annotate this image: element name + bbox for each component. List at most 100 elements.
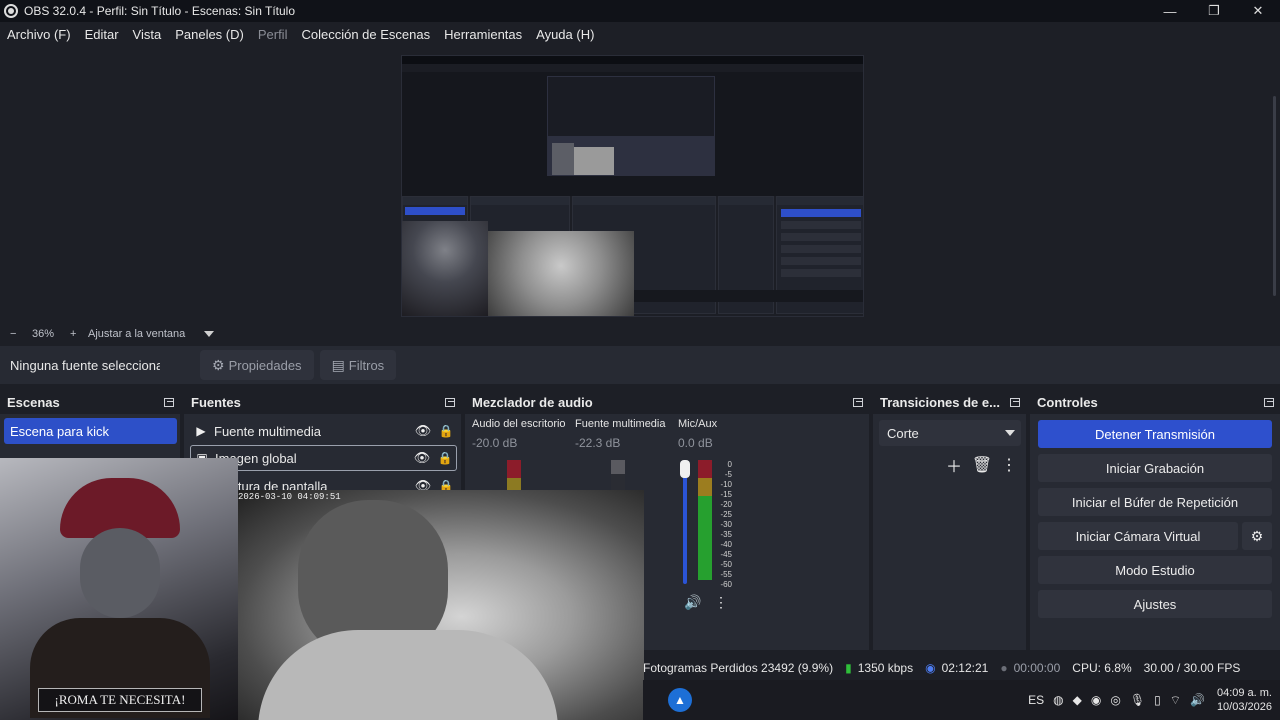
volume-slider-track[interactable]	[683, 464, 687, 584]
stream-icon: ◉	[925, 661, 936, 675]
start-replay-buffer-button[interactable]: Iniciar el Búfer de Repetición	[1038, 488, 1272, 516]
channel-name: Audio del escritorio	[472, 418, 565, 430]
nvidia-icon[interactable]: ◆	[1073, 693, 1082, 707]
channel-db: -22.3 dB	[575, 436, 621, 450]
mixer-channel: Mic/Aux 0.0 dB	[678, 418, 778, 450]
zoom-out-button[interactable]: −	[10, 328, 32, 340]
lock-icon[interactable]: 🔒	[435, 424, 457, 438]
obs-logo-icon	[4, 4, 18, 18]
preview-image	[401, 55, 864, 317]
menu-archivo[interactable]: Archivo (F)	[7, 27, 71, 42]
zoom-dropdown-icon[interactable]	[204, 331, 214, 337]
stream-time: ◉ 02:12:21	[925, 661, 989, 675]
properties-button[interactable]: ⚙ Propiedades	[200, 350, 314, 380]
volume-slider-handle[interactable]	[680, 460, 690, 478]
source-label: Imagen global	[215, 450, 297, 466]
poster-banner: ¡ROMA TE NECESITA!	[38, 688, 202, 712]
menu-perfil[interactable]: Perfil	[258, 27, 288, 42]
chevron-down-icon	[1005, 430, 1015, 436]
menu-herramientas[interactable]: Herramientas	[444, 27, 522, 42]
battery-icon[interactable]: ▯	[1154, 693, 1161, 707]
volume-icon[interactable]: 🔊	[1190, 693, 1205, 707]
source-label: Fuente multimedia	[214, 423, 321, 439]
properties-label: Propiedades	[228, 357, 302, 373]
lock-icon[interactable]: 🔒	[434, 451, 456, 465]
transition-selected-label: Corte	[887, 425, 919, 441]
zoom-fit-label[interactable]: Ajustar a la ventana	[88, 328, 204, 340]
channel-name: Fuente multimedia	[575, 418, 666, 430]
window-controls: — ❐ ✕	[1148, 0, 1280, 22]
visibility-icon[interactable]: 👁	[410, 450, 434, 466]
roman-poster-overlay: ¡ROMA TE NECESITA!	[0, 458, 238, 720]
clock-date: 10/03/2026	[1216, 701, 1272, 713]
bitrate: ▮ 1350 kbps	[845, 661, 914, 675]
taskbar: ▲ ES ◍ ◆ ◉ ◎ 🎙 ▯ ⌔ 🔊 04:09 a. m. 10/03/2…	[643, 680, 1280, 720]
start-recording-button[interactable]: Iniciar Grabación	[1038, 454, 1272, 482]
channel-db: 0.0 dB	[678, 436, 713, 450]
record-icon: ●	[1000, 661, 1008, 675]
float-dock-icon[interactable]	[853, 397, 863, 407]
studio-mode-button[interactable]: Modo Estudio	[1038, 556, 1272, 584]
recording-icon[interactable]: ◉	[1091, 693, 1101, 707]
settings-button[interactable]: Ajustes	[1038, 590, 1272, 618]
filters-button[interactable]: ▤ Filtros	[319, 350, 397, 380]
restore-icon[interactable]: ❐	[1192, 0, 1236, 22]
gear-icon: ⚙	[212, 356, 225, 373]
source-context-bar: Ninguna fuente seleccionada ⚙ Propiedade…	[0, 346, 1280, 384]
visibility-icon[interactable]: 👁	[411, 423, 435, 439]
menu-paneles[interactable]: Paneles (D)	[175, 27, 244, 42]
scenes-title: Escenas	[7, 394, 60, 410]
speaker-icon[interactable]: 🔊	[684, 594, 701, 611]
menu-ayuda[interactable]: Ayuda (H)	[536, 27, 594, 42]
network-icon[interactable]: ◍	[1053, 693, 1063, 707]
wifi-icon[interactable]: ⌔	[1170, 693, 1181, 708]
mixer-channel: Fuente multimedia -22.3 dB	[575, 418, 675, 450]
source-item[interactable]: ▶ Fuente multimedia 👁 🔒	[190, 418, 457, 444]
stop-stream-button[interactable]: Detener Transmisión	[1038, 420, 1272, 448]
start-virtual-camera-button[interactable]: Iniciar Cámara Virtual	[1038, 522, 1238, 550]
title-bar: OBS 32.0.4 - Perfil: Sin Título - Escena…	[0, 0, 1280, 22]
menu-coleccion[interactable]: Colección de Escenas	[301, 27, 430, 42]
clock[interactable]: 04:09 a. m. 10/03/2026	[1217, 686, 1272, 714]
webcam-overlay	[238, 490, 644, 720]
play-icon: ▶	[196, 424, 206, 438]
more-options-icon[interactable]: ⋮	[714, 594, 728, 611]
controls-dock: Controles Detener Transmisión Iniciar Gr…	[1030, 390, 1280, 650]
globe-icon[interactable]: ◎	[1110, 693, 1120, 707]
more-options-icon[interactable]: ⋮	[998, 454, 1020, 476]
status-bar: Fotogramas Perdidos 23492 (9.9%) ▮ 1350 k…	[643, 657, 1280, 679]
mixer-title: Mezclador de audio	[472, 394, 593, 410]
helmet	[80, 528, 160, 618]
add-transition-button[interactable]: ＋	[943, 454, 965, 476]
gear-icon[interactable]: ⚙	[1242, 522, 1272, 550]
microphone-icon[interactable]: 🎙	[1130, 693, 1145, 707]
zoom-in-button[interactable]: +	[70, 328, 88, 340]
float-dock-icon[interactable]	[1264, 397, 1274, 407]
float-dock-icon[interactable]	[164, 397, 174, 407]
rec-time: ● 00:00:00	[1000, 661, 1061, 675]
language-indicator[interactable]: ES	[1028, 693, 1044, 707]
preview-scrollbar[interactable]	[1273, 96, 1276, 296]
menu-editar[interactable]: Editar	[85, 27, 119, 42]
float-dock-icon[interactable]	[1010, 397, 1020, 407]
menu-bar: Archivo (F) Editar Vista Paneles (D) Per…	[0, 22, 1280, 46]
scene-item[interactable]: Escena para kick	[4, 418, 177, 444]
float-dock-icon[interactable]	[445, 397, 455, 407]
minimize-icon[interactable]: —	[1148, 0, 1192, 22]
webcam-timestamp: 2026-03-10 04:09:51	[238, 492, 341, 502]
close-icon[interactable]: ✕	[1236, 0, 1280, 22]
obs-taskbar-icon[interactable]: ▲	[668, 688, 692, 712]
meter-scale: 0 -5 -10 -15 -20 -25 -30 -35 -40 -45 -50 -55 -60	[720, 460, 732, 589]
menu-vista[interactable]: Vista	[133, 27, 162, 42]
trash-icon[interactable]: 🗑	[971, 454, 993, 476]
filter-icon: ▤	[331, 356, 345, 373]
transitions-dock: Transiciones de e... Corte ＋ 🗑 ⋮	[873, 390, 1026, 650]
cpu-usage: CPU: 6.8%	[1072, 661, 1132, 675]
transitions-title: Transiciones de e...	[880, 394, 1000, 410]
window-title: OBS 32.0.4 - Perfil: Sin Título - Escena…	[24, 4, 296, 18]
transition-select[interactable]: Corte	[879, 420, 1021, 446]
channel-name: Mic/Aux	[678, 418, 718, 430]
fps: 30.00 / 30.00 FPS	[1143, 661, 1241, 675]
no-source-label: Ninguna fuente seleccionada	[10, 357, 160, 373]
obs-window: OBS 32.0.4 - Perfil: Sin Título - Escena…	[0, 0, 1280, 720]
